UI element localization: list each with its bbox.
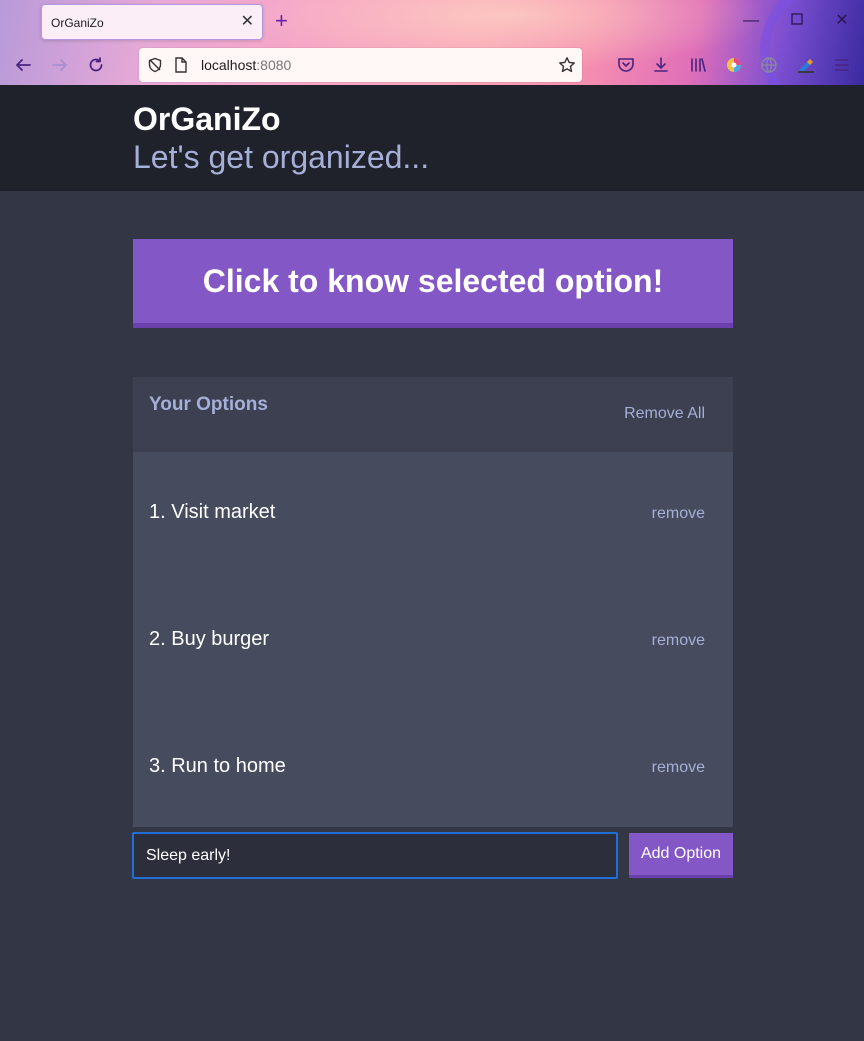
url-host: localhost bbox=[201, 57, 257, 73]
tab-close-icon[interactable]: ✕ bbox=[241, 12, 254, 32]
url-text: localhost:8080 bbox=[201, 57, 291, 73]
pocket-icon[interactable] bbox=[614, 53, 638, 77]
option-item-3: 3. Run to home remove bbox=[133, 749, 733, 789]
app-header: OrGaniZo Let's get organized... bbox=[0, 85, 864, 191]
page-info-icon[interactable] bbox=[169, 53, 193, 77]
option-text: 2. Buy burger bbox=[149, 628, 270, 650]
pick-option-button[interactable]: Click to know selected option! bbox=[133, 239, 733, 328]
url-bar[interactable]: localhost:8080 bbox=[139, 48, 582, 82]
url-port: :8080 bbox=[256, 57, 292, 73]
bookmark-star-icon[interactable] bbox=[555, 53, 579, 77]
navigation-bar: localhost:8080 bbox=[0, 44, 864, 85]
tracking-protection-icon[interactable] bbox=[143, 53, 167, 77]
option-item-1: 1. Visit market remove bbox=[133, 495, 733, 535]
options-header: Your Options Remove All bbox=[133, 377, 733, 452]
downloads-icon[interactable] bbox=[649, 53, 673, 77]
remove-option-button[interactable]: remove bbox=[652, 632, 705, 650]
app-page: OrGaniZo Let's get organized... Click to… bbox=[0, 85, 864, 1041]
add-option-input[interactable] bbox=[132, 832, 618, 879]
options-title: Your Options bbox=[149, 394, 268, 415]
browser-tab[interactable]: OrGaniZo ✕ bbox=[41, 4, 263, 40]
back-icon[interactable] bbox=[11, 53, 35, 77]
app-subtitle: Let's get organized... bbox=[133, 139, 430, 175]
close-window-icon[interactable]: ✕ bbox=[830, 9, 854, 33]
color-extension-icon[interactable] bbox=[722, 53, 746, 77]
option-text: 3. Run to home bbox=[149, 755, 286, 777]
extension-tool-icon[interactable] bbox=[794, 53, 818, 77]
remove-all-button[interactable]: Remove All bbox=[624, 405, 705, 423]
globe-icon[interactable] bbox=[757, 53, 781, 77]
app-title: OrGaniZo bbox=[133, 101, 281, 137]
tab-bar: OrGaniZo ✕ + — ✕ bbox=[0, 0, 864, 44]
remove-option-button[interactable]: remove bbox=[652, 505, 705, 523]
add-option-button[interactable]: Add Option bbox=[629, 833, 733, 878]
reload-icon[interactable] bbox=[84, 53, 108, 77]
option-text: 1. Visit market bbox=[149, 501, 276, 523]
new-tab-icon[interactable]: + bbox=[275, 9, 288, 33]
options-panel: Your Options Remove All 1. Visit market … bbox=[133, 377, 733, 827]
minimize-icon[interactable]: — bbox=[739, 9, 763, 33]
browser-chrome: OrGaniZo ✕ + — ✕ localhost:8080 bbox=[0, 0, 864, 85]
option-item-2: 2. Buy burger remove bbox=[133, 622, 733, 662]
remove-option-button[interactable]: remove bbox=[652, 759, 705, 777]
forward-icon[interactable] bbox=[48, 53, 72, 77]
maximize-icon[interactable] bbox=[785, 9, 809, 33]
tab-title: OrGaniZo bbox=[51, 16, 104, 30]
library-icon[interactable] bbox=[686, 53, 710, 77]
menu-icon[interactable] bbox=[830, 53, 854, 77]
